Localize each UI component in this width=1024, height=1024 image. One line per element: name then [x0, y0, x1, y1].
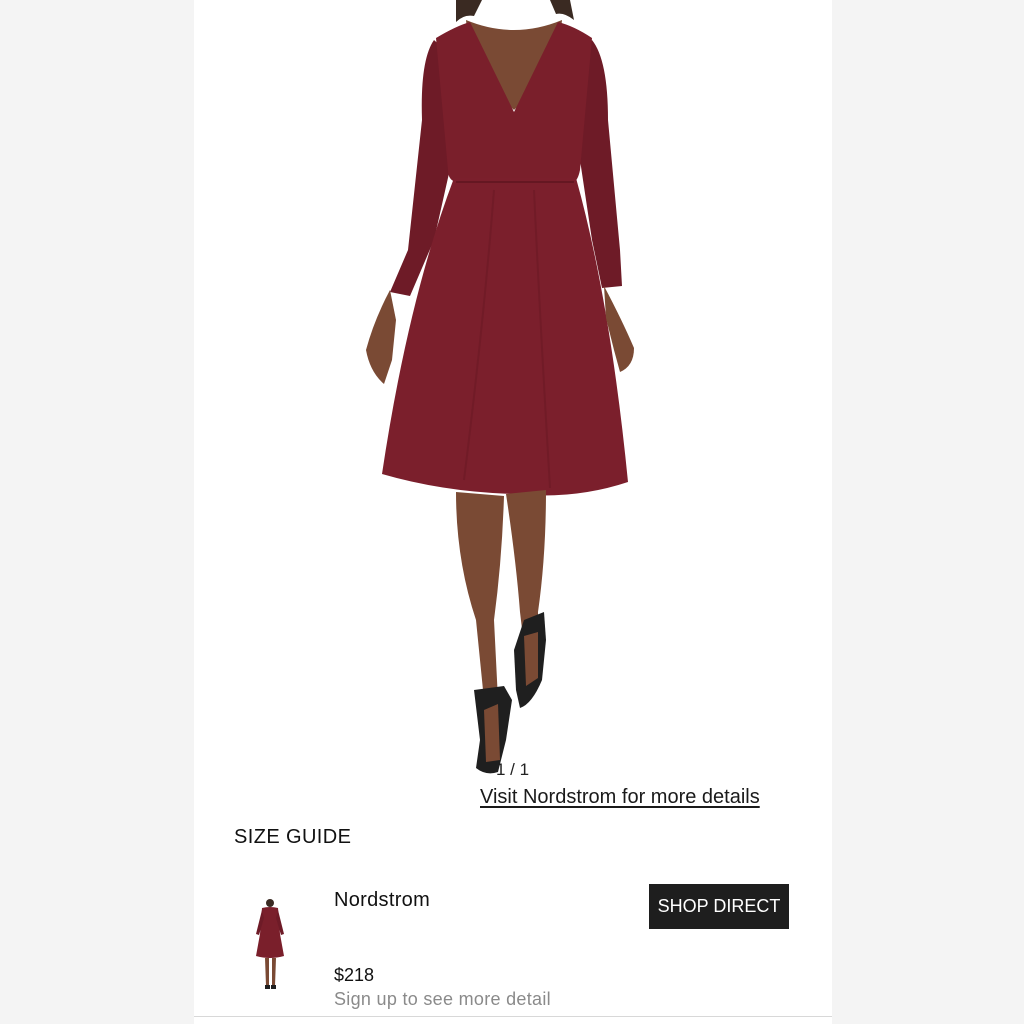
product-card: 1 / 1 Visit Nordstrom for more details S…: [194, 0, 832, 1024]
product-thumbnail: [250, 898, 290, 992]
signup-prompt[interactable]: Sign up to see more detail: [334, 989, 551, 1010]
shop-direct-button[interactable]: SHOP DIRECT: [649, 884, 789, 929]
retailer-name: Nordstrom: [334, 889, 431, 911]
divider: [194, 1016, 832, 1017]
image-counter: 1 / 1: [496, 760, 530, 779]
dress-thumbnail-illustration: [256, 899, 284, 989]
left-background: [0, 0, 194, 1024]
size-guide-link[interactable]: SIZE GUIDE: [234, 826, 351, 849]
dress-model-illustration: [366, 0, 634, 774]
visit-retailer-link[interactable]: Visit Nordstrom for more details: [480, 786, 760, 809]
right-background: [832, 0, 1024, 1024]
product-image[interactable]: [194, 0, 832, 780]
price: $218: [334, 965, 375, 985]
